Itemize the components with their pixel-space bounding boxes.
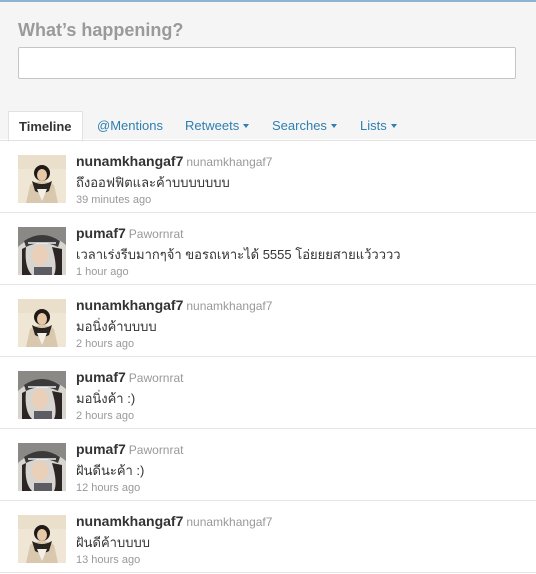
tweet-text: ถึงออฟฟิตและค้าบบบบบบบ [76,175,230,190]
compose-title: What’s happening? [18,20,184,40]
tweet-item: nunamkhangaf7 nunamkhangaf7 มอนิ่งค้าบบบบ… [0,285,536,357]
tab-label: Retweets [185,118,240,133]
tweet-header: nunamkhangaf7 nunamkhangaf7 [76,513,526,531]
tweet-header: pumaf7 Pawornrat [76,369,526,387]
avatar[interactable] [18,443,66,491]
tweet-header: nunamkhangaf7 nunamkhangaf7 [76,297,526,315]
screen-name[interactable]: nunamkhangaf7 [76,513,183,529]
tab-label: Searches [272,118,327,133]
tweet-body: pumaf7 Pawornrat ฝันดีนะค้า :) 12 hours a… [76,441,526,494]
tweet-body: pumaf7 Pawornrat เวลาเร่งรีบมากๆจ้า ขอรถเ… [76,225,526,278]
tweet-item: pumaf7 Pawornrat ฝันดีนะค้า :) 12 hours a… [0,429,536,501]
avatar[interactable] [18,299,66,347]
tab-label: @Mentions [97,118,163,133]
avatar[interactable] [18,155,66,203]
full-name: nunamkhangaf7 [186,515,273,529]
tweet-text: มอนิ่งค้า :) [76,391,136,406]
tab-mentions[interactable]: @Mentions [97,111,163,140]
tweet-stream: nunamkhangaf7 nunamkhangaf7 ถึงออฟฟิตและค… [0,141,536,573]
avatar-puma-icon [18,443,66,491]
avatar[interactable] [18,371,66,419]
avatar-nunam-icon [18,299,66,347]
tweet-header: pumaf7 Pawornrat [76,225,526,243]
tweet-item: pumaf7 Pawornrat มอนิ่งค้า :) 2 hours ago [0,357,536,429]
tweet-text: มอนิ่งค้าบบบบ [76,319,157,334]
tweet-body: nunamkhangaf7 nunamkhangaf7 ถึงออฟฟิตและค… [76,153,526,206]
full-name: Pawornrat [128,443,184,457]
avatar[interactable] [18,227,66,275]
timeline-tabs: Timeline @Mentions Retweets Searches Lis… [0,111,536,142]
screen-name[interactable]: pumaf7 [76,441,126,457]
screen-name[interactable]: pumaf7 [76,225,126,241]
tweet-text: เวลาเร่งรีบมากๆจ้า ขอรถเหาะได้ 5555 โอ่ย… [76,247,401,262]
avatar-nunam-icon [18,515,66,563]
tweet-item: nunamkhangaf7 nunamkhangaf7 ถึงออฟฟิตและค… [0,141,536,213]
tweet-text: ฝันดีนะค้า :) [76,463,145,478]
tab-label: Lists [360,118,387,133]
full-name: Pawornrat [128,371,184,385]
tweet-header: pumaf7 Pawornrat [76,441,526,459]
screen-name[interactable]: nunamkhangaf7 [76,297,183,313]
tab-label: Timeline [19,119,72,134]
tab-lists[interactable]: Lists [360,111,397,140]
avatar[interactable] [18,515,66,563]
tab-timeline[interactable]: Timeline [8,111,83,142]
chevron-down-icon [330,124,337,128]
chevron-down-icon [390,124,397,128]
screen-name[interactable]: pumaf7 [76,369,126,385]
tweet-body: nunamkhangaf7 nunamkhangaf7 มอนิ่งค้าบบบบ… [76,297,526,350]
tweet-item: pumaf7 Pawornrat เวลาเร่งรีบมากๆจ้า ขอรถเ… [0,213,536,285]
timestamp[interactable]: 39 minutes ago [76,194,526,206]
tab-retweets[interactable]: Retweets [185,111,250,140]
tab-searches[interactable]: Searches [272,111,337,140]
tweet-body: pumaf7 Pawornrat มอนิ่งค้า :) 2 hours ago [76,369,526,422]
timestamp[interactable]: 12 hours ago [76,482,526,494]
avatar-puma-icon [18,227,66,275]
avatar-nunam-icon [18,155,66,203]
avatar-puma-icon [18,371,66,419]
full-name: nunamkhangaf7 [186,155,273,169]
timestamp[interactable]: 13 hours ago [76,554,526,566]
tweet-text: ฝันดีค้าบบบบ [76,535,150,550]
timestamp[interactable]: 2 hours ago [76,410,526,422]
tweet-header: nunamkhangaf7 nunamkhangaf7 [76,153,526,171]
full-name: nunamkhangaf7 [186,299,273,313]
tweet-input[interactable] [18,47,516,79]
tweet-body: nunamkhangaf7 nunamkhangaf7 ฝันดีค้าบบบบ … [76,513,526,566]
screen-name[interactable]: nunamkhangaf7 [76,153,183,169]
timestamp[interactable]: 1 hour ago [76,266,526,278]
chevron-down-icon [243,124,250,128]
tweet-item: nunamkhangaf7 nunamkhangaf7 ฝันดีค้าบบบบ … [0,501,536,573]
timestamp[interactable]: 2 hours ago [76,338,526,350]
full-name: Pawornrat [128,227,184,241]
